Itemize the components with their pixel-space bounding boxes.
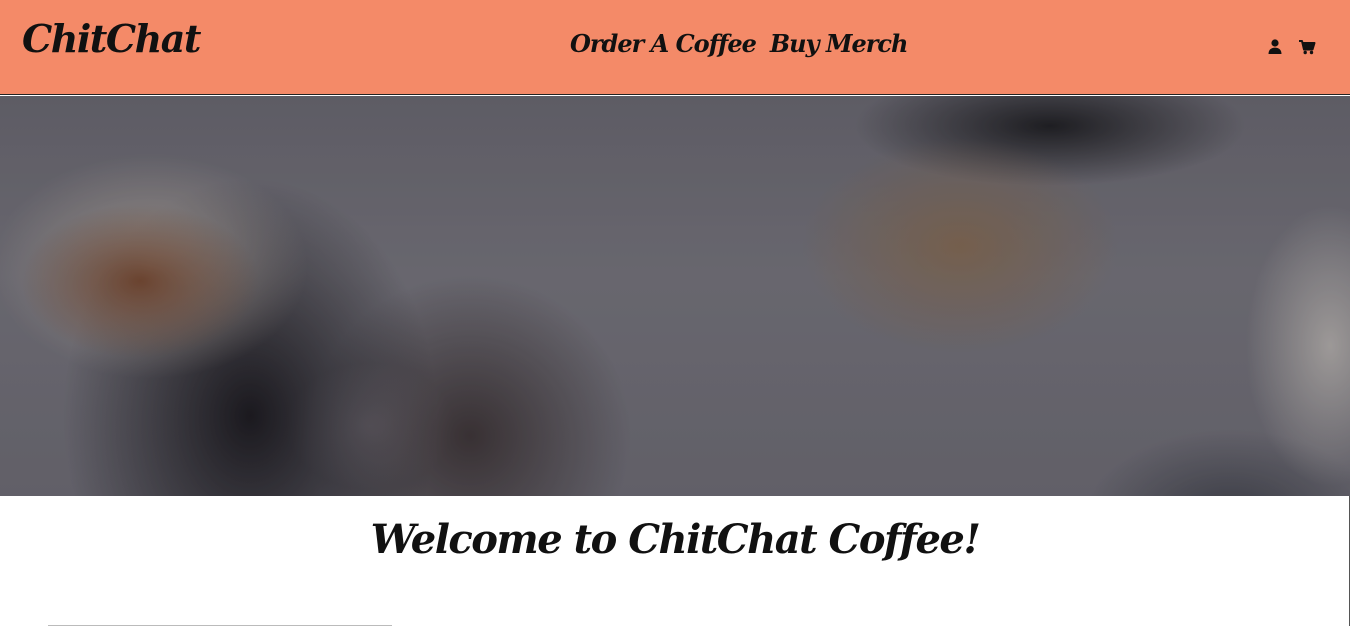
hero-overlay (0, 96, 1350, 496)
nav-link-order-coffee[interactable]: Order A Coffee (570, 29, 757, 59)
nav-links: Order A Coffee Buy Merch (570, 29, 909, 59)
hero-image (0, 96, 1350, 496)
welcome-heading: Welcome to ChitChat Coffee! (370, 516, 981, 563)
navbar: ChitChat Order A Coffee Buy Merch (0, 0, 1350, 95)
nav-icons (1266, 38, 1316, 56)
welcome-section: Welcome to ChitChat Coffee! (0, 496, 1350, 626)
cart-icon[interactable] (1298, 38, 1316, 56)
nav-link-buy-merch[interactable]: Buy Merch (770, 29, 909, 59)
brand-logo[interactable]: ChitChat (22, 20, 201, 58)
user-icon[interactable] (1266, 38, 1284, 56)
